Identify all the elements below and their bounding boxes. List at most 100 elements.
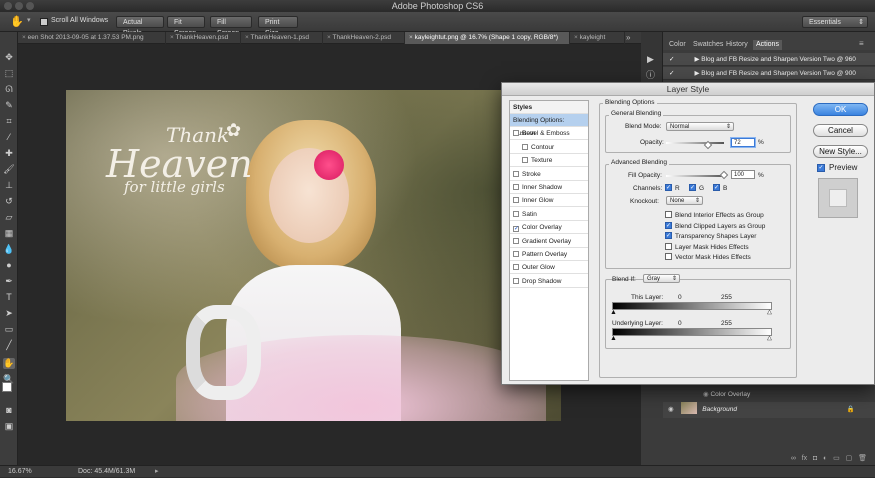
tab-kayleight[interactable]: × kayleight — [570, 32, 625, 44]
style-item[interactable]: Texture — [510, 154, 588, 168]
lasso-tool-icon[interactable]: ᘏ — [3, 84, 15, 95]
quick-select-tool-icon[interactable]: ✎ — [3, 100, 15, 111]
fill-screen-button[interactable]: Fill Screen — [210, 16, 252, 37]
style-item[interactable]: Pattern Overlay — [510, 248, 588, 261]
tab-kayleightut[interactable]: × kayleightut.png @ 16.7% (Shape 1 copy,… — [405, 32, 570, 44]
tab-screenshot[interactable]: × een Shot 2013-09-05 at 1.37.53 PM.png — [18, 32, 166, 44]
tab-history[interactable]: History — [723, 40, 751, 50]
styles-header[interactable]: Styles — [510, 101, 588, 114]
document-photo[interactable]: Thank Heaven for little girls ✿ — [66, 90, 561, 421]
style-item[interactable]: Bevel & Emboss — [510, 127, 588, 141]
style-item[interactable]: ✓ Color Overlay — [510, 221, 588, 235]
style-checkbox[interactable] — [513, 184, 519, 190]
workspace-select[interactable]: Essentials ⇕ — [802, 16, 868, 28]
tab-color[interactable]: Color — [666, 40, 689, 50]
3d-tool-icon[interactable]: ╱ — [3, 340, 15, 351]
delete-layer-icon[interactable]: 🗑 — [858, 455, 867, 462]
opacity-input[interactable]: 72 — [731, 138, 755, 147]
style-checkbox[interactable]: ✓ — [513, 226, 519, 233]
style-item[interactable]: Drop Shadow — [510, 275, 588, 288]
path-selection-tool-icon[interactable]: ➤ — [3, 308, 15, 319]
status-menu-icon[interactable]: ▸ — [155, 466, 159, 478]
action-check-icon[interactable]: ✓ — [669, 70, 674, 77]
action-check-icon[interactable]: ✓ — [669, 56, 674, 63]
blur-tool-icon[interactable]: 💧 — [3, 244, 15, 255]
this-layer-black-handle[interactable]: ▲ — [610, 309, 617, 316]
style-checkbox[interactable] — [513, 264, 519, 271]
style-checkbox[interactable] — [513, 197, 519, 204]
this-layer-white-handle[interactable]: ▲ — [766, 309, 773, 317]
foreground-color-swatch[interactable] — [2, 382, 12, 392]
tab-thankheaven-1[interactable]: × ThankHeaven-1.psd — [241, 32, 323, 44]
zoom-window-icon[interactable] — [26, 2, 34, 10]
panel-menu-icon[interactable]: ≡ — [859, 39, 864, 48]
tab-thankheaven-2[interactable]: × ThankHeaven-2.psd — [323, 32, 405, 44]
cancel-button[interactable]: Cancel — [813, 124, 868, 137]
crop-tool-icon[interactable]: ⌗ — [3, 116, 15, 127]
layer-effect-row[interactable]: ◉ Color Overlay — [663, 388, 875, 401]
style-checkbox[interactable] — [513, 170, 519, 177]
pen-tool-icon[interactable]: ✒ — [3, 276, 15, 287]
minimize-window-icon[interactable] — [15, 2, 23, 10]
this-layer-gradient-slider[interactable] — [612, 302, 772, 310]
action-row[interactable]: ✓ ▶ Blog and FB Resize and Sharpen Versio… — [663, 53, 875, 66]
style-checkbox[interactable] — [513, 251, 519, 257]
style-checkbox[interactable] — [522, 157, 528, 164]
history-brush-tool-icon[interactable]: ↺ — [3, 196, 15, 207]
knockout-select[interactable]: None ⇕ — [666, 196, 703, 205]
eyedropper-tool-icon[interactable]: ⁄ — [3, 132, 15, 143]
channel-r-checkbox[interactable]: ✓ — [665, 184, 672, 191]
underlying-layer-black-handle[interactable]: ▲ — [610, 335, 617, 342]
actions-panel-icon[interactable]: ▶ — [647, 54, 654, 65]
style-item[interactable]: Inner Glow — [510, 194, 588, 208]
option-checkbox[interactable] — [665, 253, 672, 260]
style-item[interactable]: Outer Glow — [510, 261, 588, 275]
tab-thankheaven[interactable]: × ThankHeaven.psd — [166, 32, 241, 44]
hand-tool-selected-icon[interactable]: ✋ — [3, 358, 15, 369]
effect-eye-icon[interactable]: ◉ — [703, 391, 709, 398]
screen-mode-icon[interactable]: ▣ — [3, 421, 15, 432]
clone-stamp-tool-icon[interactable]: ⊥ — [3, 180, 15, 191]
opacity-slider[interactable] — [666, 142, 724, 144]
style-item[interactable]: Inner Shadow — [510, 181, 588, 194]
more-tabs-icon[interactable]: » — [626, 32, 630, 44]
style-item[interactable]: Blending Options: Custom — [510, 114, 588, 137]
option-checkbox[interactable] — [665, 242, 672, 250]
new-layer-icon[interactable]: ▢ — [846, 455, 853, 462]
style-checkbox[interactable] — [513, 210, 519, 217]
adjustment-layer-icon[interactable]: ◐ — [823, 455, 827, 462]
option-checkbox[interactable]: ✓ — [665, 232, 672, 239]
tab-swatches[interactable]: Swatches — [690, 40, 726, 50]
style-checkbox[interactable] — [522, 143, 528, 150]
new-style-button[interactable]: New Style... — [813, 145, 868, 158]
channel-b-checkbox[interactable]: ✓ — [713, 184, 720, 191]
actual-pixels-button[interactable]: Actual Pixels — [116, 16, 164, 37]
layer-row-background[interactable]: ◉ Background 🔒 — [663, 402, 875, 418]
new-group-icon[interactable]: ▭ — [833, 455, 840, 462]
option-checkbox[interactable] — [665, 211, 672, 218]
layer-visibility-eye-icon[interactable]: ◉ — [668, 406, 674, 413]
type-tool-icon[interactable]: T — [3, 292, 15, 303]
preview-checkbox[interactable]: ✓ — [817, 164, 825, 172]
fill-opacity-slider[interactable] — [666, 175, 724, 177]
underlying-layer-white-handle[interactable]: ▲ — [766, 335, 773, 343]
style-checkbox[interactable] — [513, 237, 519, 244]
print-size-button[interactable]: Print Size — [258, 16, 298, 37]
style-item[interactable]: Gradient Overlay — [510, 235, 588, 248]
info-panel-icon[interactable]: ⓘ — [646, 68, 655, 81]
action-expand-icon[interactable]: ▶ — [694, 70, 699, 77]
brush-tool-icon[interactable]: 🖌 — [3, 164, 15, 175]
tool-preset-chevron-icon[interactable]: ▾ — [27, 16, 31, 24]
action-row[interactable]: ✓ ▶ Blog and FB Resize and Sharpen Versio… — [663, 67, 875, 80]
blend-mode-select[interactable]: Normal ⇕ — [666, 122, 734, 131]
healing-brush-tool-icon[interactable]: ✚ — [3, 148, 15, 159]
underlying-layer-gradient-slider[interactable] — [612, 328, 772, 336]
scroll-all-windows-checkbox[interactable] — [40, 18, 48, 26]
option-checkbox[interactable]: ✓ — [665, 221, 672, 229]
hand-tool-icon[interactable]: ✋ — [10, 15, 24, 28]
gradient-tool-icon[interactable]: ▦ — [3, 228, 15, 239]
quick-mask-icon[interactable]: ◙ — [3, 405, 15, 416]
fit-screen-button[interactable]: Fit Screen — [167, 16, 205, 37]
blend-if-select[interactable]: Gray ⇕ — [643, 274, 680, 283]
move-tool-icon[interactable]: ✥ — [3, 52, 15, 63]
